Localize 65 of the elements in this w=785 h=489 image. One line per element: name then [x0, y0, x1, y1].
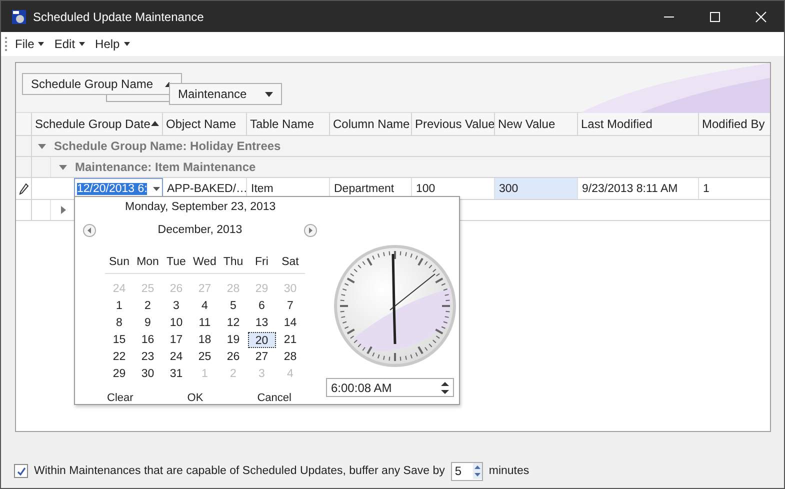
- table-cell[interactable]: 1: [699, 178, 770, 199]
- column-header[interactable]: Previous Value: [412, 113, 495, 135]
- calendar-day[interactable]: 25: [190, 348, 219, 364]
- calendar-day[interactable]: 19: [219, 332, 248, 348]
- picker-button[interactable]: Clear: [107, 392, 134, 404]
- calendar-day[interactable]: 27: [248, 348, 276, 364]
- window-title: Scheduled Update Maintenance: [33, 10, 205, 24]
- calendar-day[interactable]: 16: [134, 332, 162, 348]
- calendar-day[interactable]: 13: [248, 314, 276, 330]
- menu-item[interactable]: Edit: [54, 37, 76, 51]
- weekday-label: Tue: [166, 256, 187, 268]
- minutes-spinner[interactable]: 5: [450, 462, 483, 480]
- menu-item[interactable]: Help: [95, 37, 120, 51]
- calendar-day[interactable]: 24: [162, 348, 190, 364]
- buffer-label: Within Maintenances that are capable of Scheduled Updates, buffer any Save by: [34, 465, 445, 477]
- calendar-day[interactable]: 28: [276, 348, 304, 364]
- weekday-label: Sun: [108, 256, 130, 268]
- calendar-day[interactable]: 30: [134, 366, 162, 382]
- column-header[interactable]: Schedule Group Date: [32, 113, 163, 135]
- calendar-day[interactable]: 3: [162, 298, 190, 314]
- calendar-day[interactable]: 5: [219, 298, 248, 314]
- column-header[interactable]: New Value: [495, 113, 578, 135]
- minutes-label: minutes: [488, 465, 530, 477]
- calendar-day[interactable]: 12: [219, 314, 248, 330]
- calendar-day[interactable]: 7: [276, 298, 304, 314]
- picker-button[interactable]: OK: [187, 392, 204, 404]
- column-header[interactable]: Modified By: [699, 113, 770, 135]
- calendar-day[interactable]: 23: [134, 348, 162, 364]
- group-by-field[interactable]: Maintenance: [169, 83, 282, 105]
- column-header[interactable]: Column Name: [330, 113, 412, 135]
- calendar-day[interactable]: 31: [162, 366, 190, 382]
- calendar-day[interactable]: 2: [134, 298, 162, 314]
- calendar-day[interactable]: 9: [134, 314, 162, 330]
- weekday-label: Mon: [136, 256, 160, 268]
- column-header[interactable]: Object Name: [163, 113, 247, 135]
- group-row-label: Maintenance: Item Maintenance: [75, 160, 256, 174]
- weekday-label: Sat: [280, 256, 300, 268]
- month-title: December, 2013: [158, 224, 242, 236]
- time-field[interactable]: 6:00:08 AM: [326, 378, 454, 397]
- table-cell[interactable]: 300: [495, 178, 578, 199]
- weekday-label: Wed: [192, 256, 218, 268]
- calendar-day[interactable]: 14: [276, 314, 304, 330]
- calendar-day[interactable]: 21: [276, 332, 304, 348]
- calendar-day[interactable]: 17: [162, 332, 190, 348]
- calendar-day[interactable]: 8: [105, 314, 134, 330]
- column-header[interactable]: Last Modified: [578, 113, 699, 135]
- calendar-day[interactable]: 4: [190, 298, 219, 314]
- calendar-day[interactable]: 10: [162, 314, 190, 330]
- calendar-day[interactable]: 29: [105, 366, 134, 382]
- group-row-label: Schedule Group Name: Holiday Entrees: [54, 139, 281, 153]
- table-cell[interactable]: 9/23/2013 8:11 AM: [578, 178, 699, 199]
- calendar-day[interactable]: 26: [219, 348, 248, 364]
- calendar-day[interactable]: 11: [190, 314, 219, 330]
- calendar-day[interactable]: 15: [105, 332, 134, 348]
- weekday-label: Fri: [254, 256, 270, 268]
- calendar-day[interactable]: 6: [248, 298, 276, 314]
- calendar-day[interactable]: 20: [248, 332, 276, 348]
- menu-item[interactable]: File: [15, 37, 34, 51]
- weekday-label: Thu: [222, 256, 244, 268]
- picker-button[interactable]: Cancel: [257, 392, 292, 404]
- calendar-day[interactable]: 22: [105, 348, 134, 364]
- calendar-day[interactable]: 18: [190, 332, 219, 348]
- calendar-day[interactable]: 1: [105, 298, 134, 314]
- column-header[interactable]: Table Name: [247, 113, 330, 135]
- today-link[interactable]: Monday, September 23, 2013: [83, 201, 328, 219]
